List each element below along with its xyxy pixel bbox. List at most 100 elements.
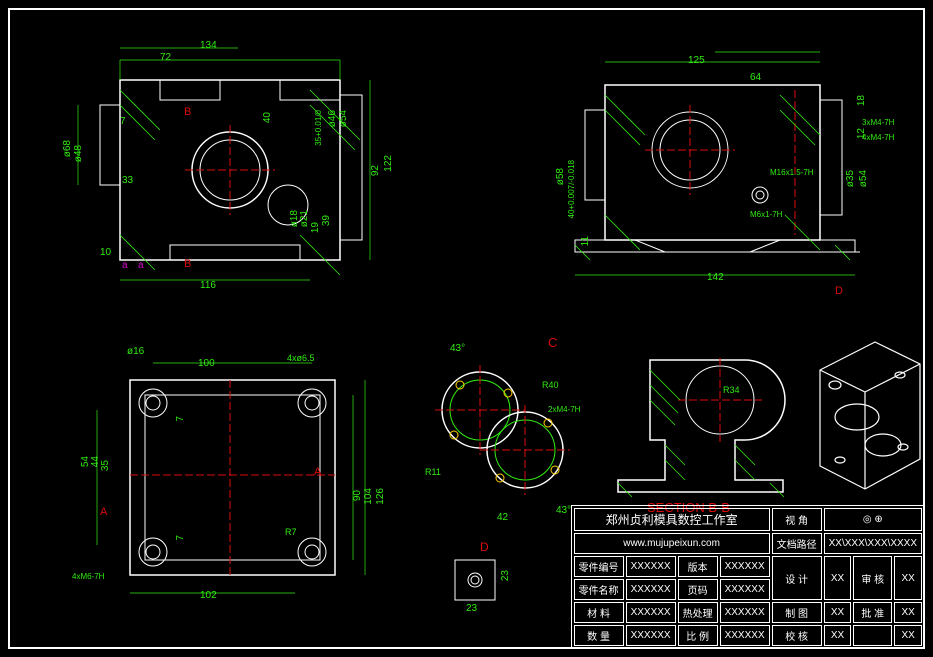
tb-r0-l2: 版本 — [678, 556, 718, 577]
view-top-right — [555, 40, 895, 300]
tb-r2-l1: 材 料 — [574, 602, 624, 623]
dim-134: 134 — [200, 40, 217, 51]
label-C: C — [548, 335, 557, 350]
marker-B-top: B — [184, 106, 191, 118]
dim-116: 116 — [200, 280, 216, 291]
tb-review-v: XX — [894, 556, 922, 600]
tb-check-v: XX — [824, 625, 852, 646]
label-D: D — [480, 540, 489, 554]
view-top-left — [60, 40, 380, 300]
dim-40: 40 — [262, 112, 273, 123]
marker-A1: A — [314, 466, 321, 478]
tb-approve-l: 批 准 — [853, 602, 892, 623]
dim-10: 10 — [100, 247, 111, 258]
dim-100: 100 — [198, 358, 215, 369]
tb-r2-v1: XXXXXX — [626, 602, 676, 623]
dim-a43b: 43° — [556, 505, 571, 516]
dim-23b: 23 — [466, 603, 477, 614]
tb-r1-v2: XXXXXX — [720, 579, 770, 600]
tb-r1-l1: 零件名称 — [574, 579, 624, 600]
marker-B-bot: B — [184, 258, 191, 270]
company-name: 郑州贞利模具数控工作室 — [574, 508, 770, 531]
dim-142: 142 — [707, 272, 724, 283]
dim-122: 122 — [383, 155, 394, 172]
marker-A2: A — [100, 506, 107, 518]
tb-r0-v2: XXXXXX — [720, 556, 770, 577]
dim-058: ø58 — [555, 168, 566, 185]
dim-054: ø54 — [338, 110, 349, 127]
marker-a-bot: a — [122, 260, 128, 271]
tb-r3-l1: 数 量 — [574, 625, 624, 646]
tb-draw-v: XX — [824, 602, 852, 623]
dim-42c: 42 — [497, 512, 508, 523]
tb-design-v: XX — [824, 556, 852, 600]
dim-a43: 43° — [450, 343, 465, 354]
tb-design-l: 设 计 — [772, 556, 822, 600]
dim-r40: R40 — [542, 380, 559, 390]
dim-046: ø46 — [327, 110, 338, 127]
note-2m4: 2xM4-7H — [548, 405, 580, 414]
marker-D: D — [835, 285, 843, 297]
tb-r3-v2: XXXXXX — [720, 625, 770, 646]
dim-68: ø68 — [62, 140, 73, 157]
dim-33: 33 — [122, 175, 133, 186]
tb-draw-l: 制 图 — [772, 602, 822, 623]
tb-approve-v: XX — [894, 602, 922, 623]
dim-7a: 7 — [175, 416, 186, 422]
tb-blank-v: XX — [894, 625, 922, 646]
dim-r11: R11 — [425, 467, 441, 477]
tb-r3-v1: XXXXXX — [626, 625, 676, 646]
dim-125: 125 — [688, 55, 705, 66]
tb-r0-l1: 零件编号 — [574, 556, 624, 577]
section-bb — [610, 330, 795, 510]
dim-11: 11 — [580, 236, 591, 246]
dim-90: 90 — [352, 490, 363, 501]
titleblock: 郑州贞利模具数控工作室 视 角 ◎ ⊕ www.mujupeixun.com 文… — [571, 505, 925, 649]
dim-23a: 23 — [500, 570, 511, 581]
note-4x65: 4xø6.5 — [287, 353, 315, 363]
dim-35: 35 — [100, 460, 111, 471]
dim-126: 126 — [375, 488, 386, 505]
tb-r1-v1: XXXXXX — [626, 579, 676, 600]
dim-r34: R34 — [723, 385, 740, 395]
company-url: www.mujupeixun.com — [574, 533, 770, 554]
dim-035: ø35 — [845, 170, 856, 187]
dim-18r: 18 — [856, 95, 867, 106]
dim-016: ø16 — [127, 346, 144, 357]
note-3m4: 3xM4-7H — [862, 118, 894, 127]
dim-19: 19 — [310, 222, 321, 233]
note-m6: M6x1-7H — [750, 210, 782, 219]
note-m16: M16x1.5-7H — [770, 168, 814, 177]
view-bottom-left — [75, 335, 385, 605]
tb-r2-v2: XXXXXX — [720, 602, 770, 623]
tb-blank-l — [853, 625, 892, 646]
tb-r1-l2: 页码 — [678, 579, 718, 600]
dim-054r: ø54 — [858, 170, 869, 187]
tb-proj-symbol: ◎ ⊕ — [824, 508, 922, 531]
tb-r2-l2: 热处理 — [678, 602, 718, 623]
note-4m6: 4xM6-7H — [72, 572, 104, 581]
tb-check-l: 校 核 — [772, 625, 822, 646]
tb-docpath-label: 文档路径 — [772, 533, 822, 554]
tb-view-angle-label: 视 角 — [772, 508, 822, 531]
dim-64: 64 — [750, 72, 761, 83]
iso-view — [805, 325, 925, 495]
dim-104: 104 — [363, 488, 374, 505]
dim-7b: 7 — [175, 535, 186, 541]
dim-r7: R7 — [285, 527, 297, 537]
marker-a-bot2: a — [138, 260, 144, 271]
tb-r3-l2: 比 例 — [678, 625, 718, 646]
dim-7: 7 — [120, 116, 126, 127]
dim-39: 39 — [321, 215, 332, 226]
dim-tol35: 35+0.01/0 — [314, 110, 323, 146]
dim-92: 92 — [370, 165, 381, 176]
dim-48: ø48 — [73, 145, 84, 162]
tb-r0-v1: XXXXXX — [626, 556, 676, 577]
dim-021: ø21 — [299, 210, 310, 227]
tb-docpath: XX\XXX\XXX\XXXX — [824, 533, 922, 554]
tb-review-l: 审 核 — [853, 556, 892, 600]
note-4m4: 4xM4-7H — [862, 133, 894, 142]
dim-tol40: 40+0.007/-0.018 — [567, 160, 576, 219]
dim-102: 102 — [200, 590, 217, 601]
dim-72: 72 — [160, 52, 171, 63]
